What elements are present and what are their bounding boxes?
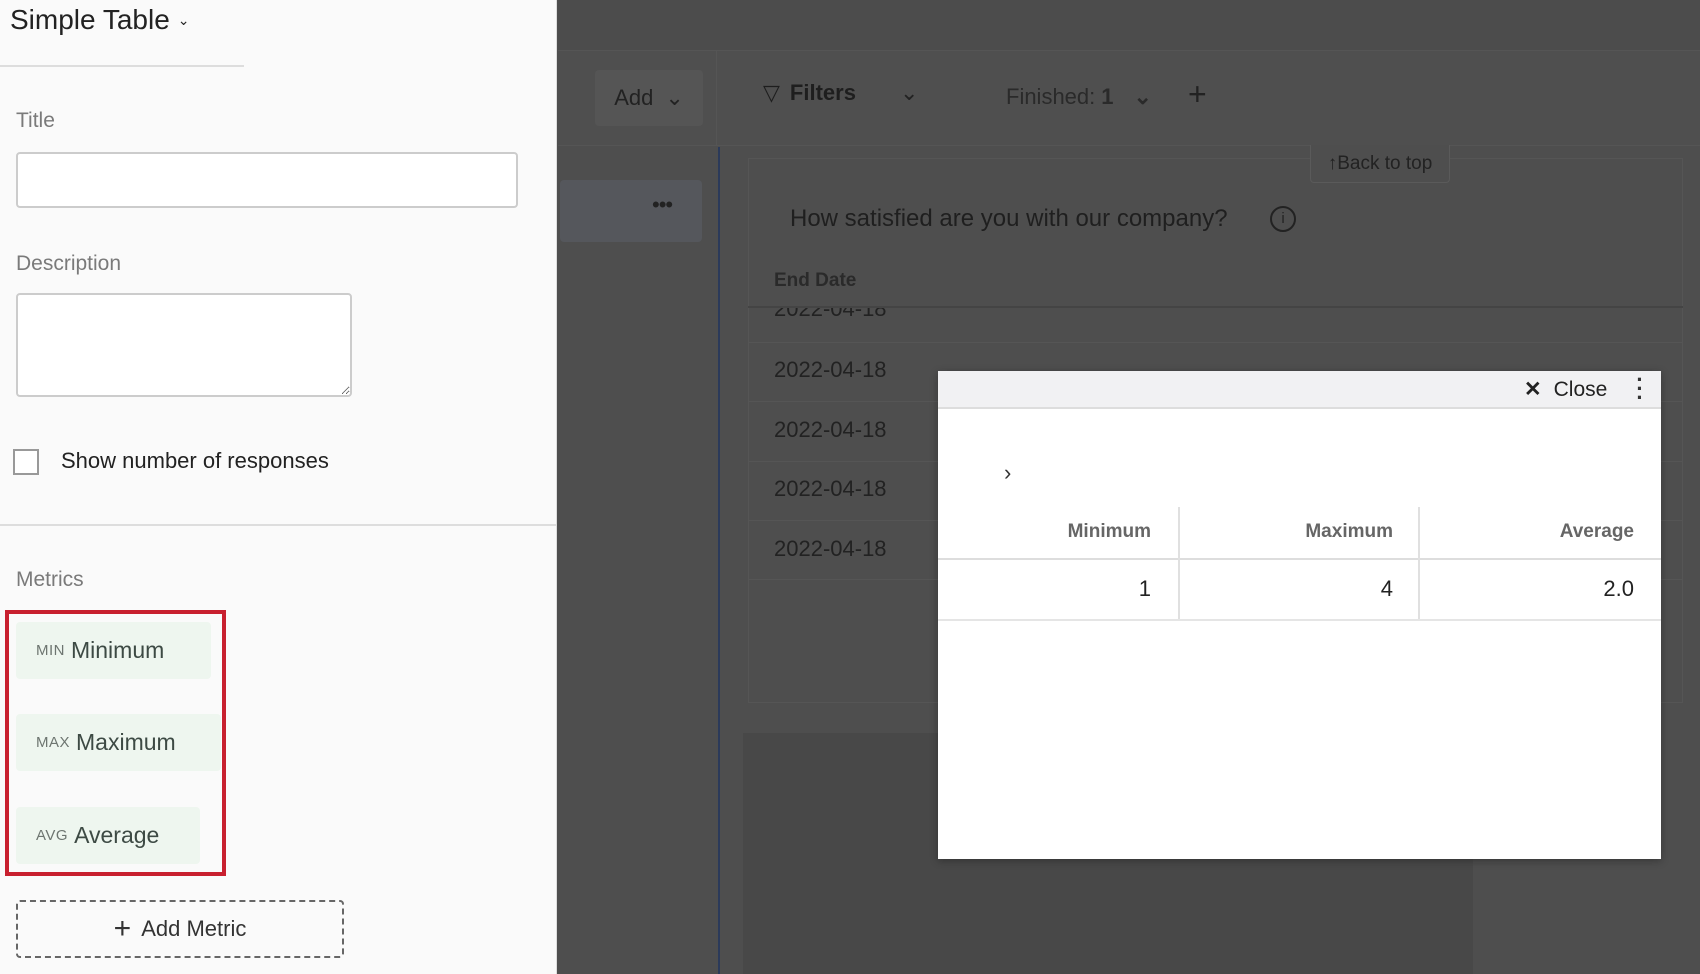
more-options-icon[interactable]: ••• <box>652 192 673 218</box>
info-icon[interactable]: i <box>1270 206 1296 232</box>
metrics-modal: ✕ Close · · · › Minimum Maximum Average 1 4… <box>938 369 1661 859</box>
add-metric-button[interactable]: + Add Metric <box>16 900 344 958</box>
widget-type-dropdown[interactable]: Simple Table ⌄ <box>10 4 190 36</box>
value-cell: 2.0 <box>1603 576 1634 601</box>
show-responses-checkbox[interactable] <box>13 449 39 475</box>
column-header: Minimum <box>1067 521 1151 542</box>
chevron-down-icon[interactable]: ⌄ <box>900 80 918 106</box>
date-cell: 2022-04-18 <box>774 536 887 561</box>
column-header: Maximum <box>1305 521 1393 542</box>
page-item[interactable]: ••• <box>560 180 702 242</box>
add-metric-label: Add Metric <box>141 916 247 941</box>
metric-label: Maximum <box>76 729 176 755</box>
divider <box>938 619 1661 621</box>
column-header: Average <box>1559 521 1634 542</box>
chevron-down-icon: ⌄ <box>177 11 190 28</box>
title-label: Title <box>16 109 55 132</box>
metric-chip-minimum[interactable]: MIN Minimum <box>16 622 211 679</box>
add-button[interactable]: Add ⌄ <box>595 70 703 126</box>
add-filter-plus-icon[interactable]: + <box>1188 76 1207 113</box>
metric-chip-average[interactable]: AVG Average <box>16 807 200 864</box>
date-cell: 2022-04-18 <box>774 417 887 442</box>
end-date-header: End Date <box>774 270 857 291</box>
metric-label: Average <box>74 822 160 848</box>
filter-icon: ▽ <box>763 80 780 105</box>
back-to-top-button[interactable]: ↑ Back to top <box>1310 145 1450 183</box>
arrow-up-icon: ↑ <box>1327 152 1338 174</box>
question-title: How satisfied are you with our company? <box>790 205 1228 232</box>
filters-label: Filters <box>789 80 856 105</box>
close-icon: ✕ <box>1524 378 1542 401</box>
chevron-down-icon: ⌄ <box>665 85 684 110</box>
metrics-label: Metrics <box>16 568 84 591</box>
finished-filter[interactable]: Finished: 1 ⌄ <box>1006 84 1152 110</box>
divider <box>0 65 244 67</box>
value-cell: 4 <box>1380 576 1393 601</box>
date-cell: 2022-04-18 <box>774 476 887 501</box>
value-cell: 1 <box>1138 576 1151 601</box>
widget-edit-panel: Simple Table ⌄ Title Description Show nu… <box>0 0 557 974</box>
top-bar <box>558 0 1700 50</box>
show-responses-label: Show number of responses <box>61 448 329 473</box>
metric-abbr: MIN <box>36 642 65 659</box>
plus-icon: + <box>113 912 132 945</box>
add-label: Add <box>614 85 654 110</box>
finished-label: Finished: <box>1006 84 1096 109</box>
chevron-right-icon[interactable]: › <box>1004 460 1011 486</box>
table-row: 2022-04-18 <box>748 308 1683 342</box>
filters-button[interactable]: ▽ Filters <box>763 80 856 106</box>
close-label: Close <box>1553 377 1608 401</box>
close-button[interactable]: ✕ Close <box>1524 377 1607 402</box>
title-input[interactable] <box>16 152 518 208</box>
metric-abbr: AVG <box>36 827 69 844</box>
date-cell: 2022-04-18 <box>774 308 887 321</box>
divider <box>718 147 720 974</box>
finished-value: 1 <box>1101 84 1114 109</box>
date-cell: 2022-04-18 <box>774 357 887 382</box>
widget-type-label: Simple Table <box>10 4 170 35</box>
divider <box>748 342 1683 343</box>
divider <box>0 524 557 526</box>
metric-label: Minimum <box>71 637 165 663</box>
description-textarea[interactable] <box>16 293 352 397</box>
description-label: Description <box>16 252 122 275</box>
kebab-menu-icon[interactable]: · · · <box>1636 369 1644 409</box>
chevron-down-icon: ⌄ <box>1133 84 1152 109</box>
metric-chip-maximum[interactable]: MAX Maximum <box>16 714 221 771</box>
back-to-top-label: Back to top <box>1337 152 1433 174</box>
metric-abbr: MAX <box>36 734 71 751</box>
divider <box>716 50 717 146</box>
divider <box>938 558 1661 560</box>
